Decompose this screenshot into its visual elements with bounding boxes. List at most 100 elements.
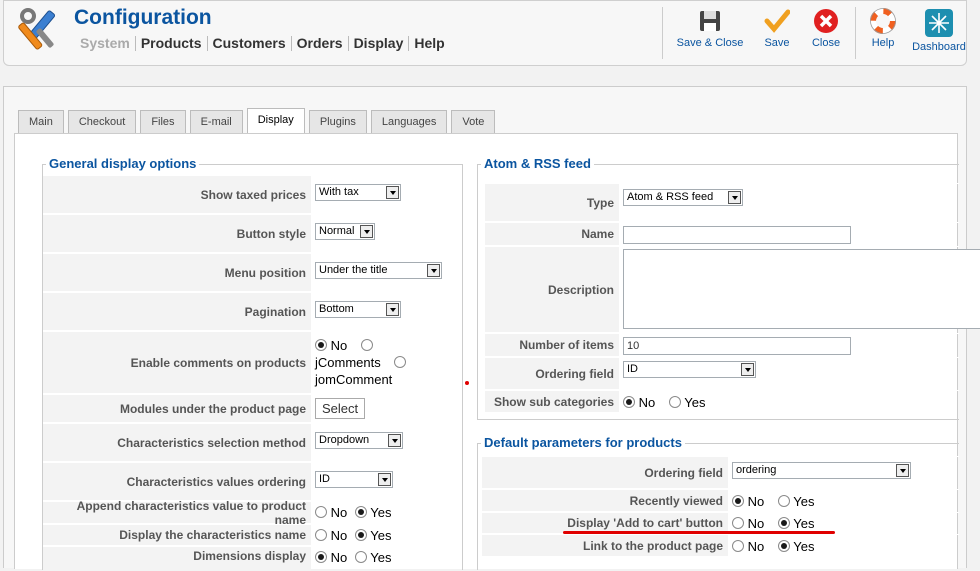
button-style-select[interactable]: Normal [315,223,375,240]
row-number-items: Number of items 10 [478,333,959,356]
general-display-options: General display options Show taxed price… [42,156,463,571]
label: Button style [43,215,311,252]
show-taxed-prices-select[interactable]: With tax [315,184,401,201]
defaults-legend: Default parameters for products [481,435,685,450]
display-char-name-no-radio[interactable] [315,529,327,541]
chevron-down-icon [388,434,401,447]
char-method-select[interactable]: Dropdown [315,432,403,449]
row-feed-type: Type Atom & RSS feed [478,183,959,221]
header: Configuration System Products Customers … [3,0,967,66]
dashboard-icon [925,9,953,37]
label: Characteristics selection method [43,424,311,461]
default-ordering-select[interactable]: ordering [732,462,911,479]
close-button[interactable]: Close [801,4,851,62]
label: Show sub categories [485,391,619,412]
display-tab-panel: General display options Show taxed price… [14,133,980,571]
checkmark-icon [764,9,790,33]
tab-checkout[interactable]: Checkout [67,110,137,133]
dimensions-no-radio[interactable] [315,551,327,563]
label: Show taxed prices [43,176,311,213]
menu-orders[interactable]: Orders [290,36,348,51]
default-parameters: Default parameters for products Ordering… [477,435,959,570]
chevron-down-icon [896,464,909,477]
toolbar: Save & Close Save Close Help Dashboard [658,4,972,62]
row-menu-position: Menu position Under the title [43,253,462,291]
tab-vote[interactable]: Vote [451,110,496,133]
label: Name [485,223,619,245]
row-recently-viewed: Recently viewed No Yes [478,489,959,511]
sub-categories-yes-radio[interactable] [668,396,681,408]
feed-name-input[interactable] [623,226,851,244]
chevron-down-icon [360,225,373,238]
feed-type-select[interactable]: Atom & RSS feed [623,189,743,206]
save-button[interactable]: Save [753,4,801,62]
row-dimensions: Dimensions display No Yes [43,546,462,571]
modules-select-button[interactable]: Select [315,398,366,419]
recently-viewed-yes-radio[interactable] [777,495,790,507]
general-legend: General display options [46,156,200,171]
label: Characteristics values ordering [43,463,311,500]
label: Recently viewed [482,490,728,511]
row-sub-categories: Show sub categories No Yes [478,390,959,412]
menu-system[interactable]: System [80,36,135,51]
enable-comments-options: No jComments jomComment [315,337,425,393]
tab-bar: Main Checkout Files E-mail Display Plugi… [18,108,499,133]
chevron-down-icon [427,264,440,277]
dashboard-button[interactable]: Dashboard [906,4,972,62]
number-items-input[interactable]: 10 [623,337,851,355]
pagination-select[interactable]: Bottom [315,301,401,318]
sub-categories-no-radio[interactable] [623,396,635,408]
label: Ordering field [485,358,619,389]
comments-jomcomment-radio[interactable] [394,356,407,368]
label: Number of items [485,334,619,356]
feed-ordering-select[interactable]: ID [623,361,756,378]
label: Display the characteristics name [43,525,311,545]
link-product-no-radio[interactable] [732,540,744,552]
display-char-name-options: No Yes [315,528,395,545]
chevron-down-icon [741,363,754,376]
display-char-name-yes-radio[interactable] [354,529,367,541]
row-button-style: Button style Normal [43,214,462,252]
tab-plugins[interactable]: Plugins [308,110,367,133]
menu-customers[interactable]: Customers [206,36,291,51]
row-char-method: Characteristics selection method Dropdow… [43,423,462,461]
tab-main[interactable]: Main [18,110,64,133]
comments-jcomments-radio[interactable] [360,339,373,351]
row-char-ordering: Characteristics values ordering ID [43,462,462,500]
feed-description-textarea[interactable] [623,249,980,329]
tab-languages[interactable]: Languages [370,110,448,133]
chevron-down-icon [728,191,741,204]
label: Display 'Add to cart' button [482,513,728,533]
char-ordering-select[interactable]: ID [315,471,393,488]
tab-display[interactable]: Display [246,108,305,133]
comments-no-radio[interactable] [315,339,327,351]
add-to-cart-no-radio[interactable] [732,517,744,529]
chevron-down-icon [386,303,399,316]
add-to-cart-yes-radio[interactable] [777,517,790,529]
feed-legend: Atom & RSS feed [481,156,594,171]
row-pagination: Pagination Bottom [43,292,462,330]
configuration-tools-icon [18,7,64,56]
row-enable-comments: Enable comments on products No jComments… [43,331,462,393]
menu-help[interactable]: Help [408,36,449,51]
recently-viewed-no-radio[interactable] [732,495,744,507]
row-display-char-name: Display the characteristics name No Yes [43,524,462,545]
label: Append characteristics value to product … [43,499,311,527]
menu-display[interactable]: Display [347,36,409,51]
menu-position-select[interactable]: Under the title [315,262,442,279]
tab-email[interactable]: E-mail [189,110,243,133]
append-char-yes-radio[interactable] [354,506,367,518]
label: Ordering field [482,457,728,488]
label: Type [485,184,619,221]
row-append-char: Append characteristics value to product … [43,499,462,527]
recently-viewed-options: No Yes [732,494,818,511]
label: Modules under the product page [43,395,311,422]
atom-rss-feed: Atom & RSS feed Type Atom & RSS feed Nam… [477,156,980,420]
menu-products[interactable]: Products [134,36,207,51]
save-close-button[interactable]: Save & Close [667,4,753,62]
append-char-no-radio[interactable] [315,506,327,518]
dimensions-yes-radio[interactable] [354,551,367,563]
tab-files[interactable]: Files [140,110,186,133]
help-button[interactable]: Help [860,4,906,62]
link-product-yes-radio[interactable] [777,540,790,552]
